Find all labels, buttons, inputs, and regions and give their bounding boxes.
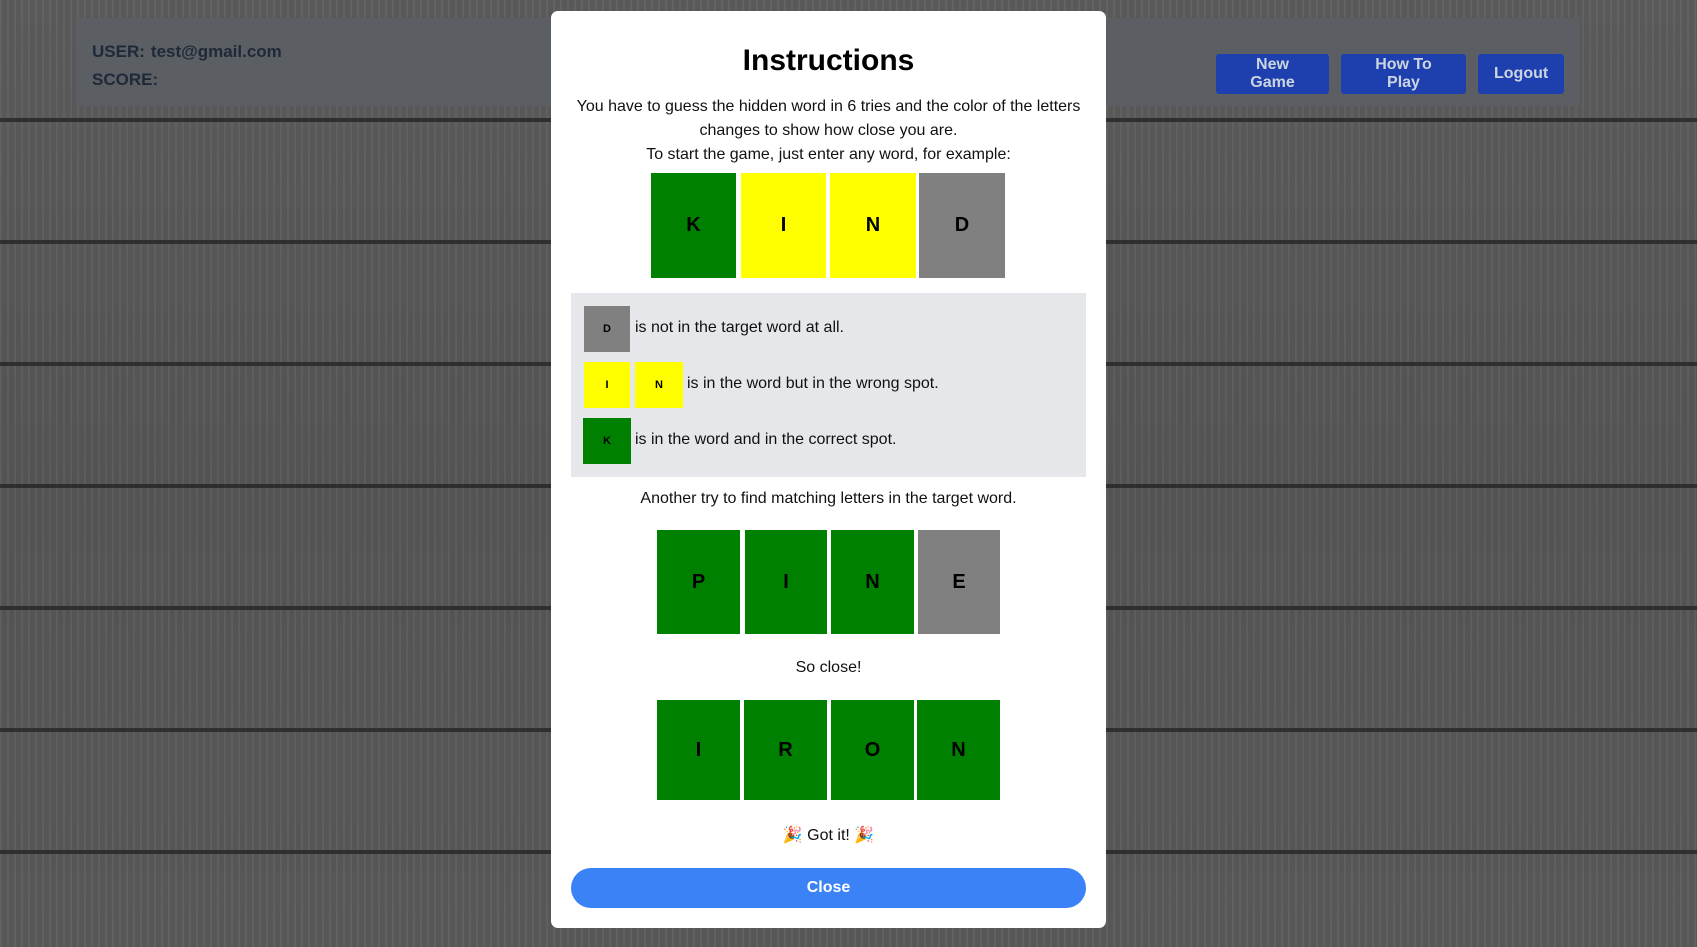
party-popper-icon: 🎉 [854, 827, 875, 844]
color-legend: D is not in the target word at all. I N … [571, 293, 1086, 477]
user-info: USER: test@gmail.com SCORE: [92, 38, 282, 94]
legend-green-tile: K [583, 418, 631, 464]
so-close-text: So close! [795, 659, 862, 676]
example2-tile-3: N [831, 530, 914, 634]
intro-line-1: You have to guess the hidden word in 6 t… [576, 98, 1081, 115]
example1-tile-2: I [741, 173, 826, 278]
example3-tile-3: O [831, 700, 914, 800]
another-try-text: Another try to find matching letters in … [640, 490, 1017, 507]
user-label: USER: [92, 42, 145, 61]
logout-button[interactable]: Logout [1478, 54, 1564, 94]
legend-gray-tile: D [584, 306, 630, 352]
legend-yellow-text: is in the word but in the wrong spot. [687, 375, 939, 392]
example3-tile-4: N [917, 700, 1000, 800]
score-label: SCORE: [92, 70, 159, 89]
intro-line-3: To start the game, just enter any word, … [646, 146, 1011, 163]
instructions-modal: Instructions You have to guess the hidde… [551, 11, 1106, 928]
legend-green-text: is in the word and in the correct spot. [635, 431, 897, 448]
modal-title: Instructions [742, 44, 915, 77]
how-to-play-button[interactable]: How To Play [1341, 54, 1466, 94]
example2-tile-4: E [918, 530, 1000, 634]
legend-gray-text: is not in the target word at all. [635, 319, 844, 336]
user-email: test@gmail.com [150, 42, 282, 61]
new-game-button[interactable]: New Game [1216, 54, 1329, 94]
party-popper-icon: 🎉 [782, 827, 803, 844]
legend-yellow-tile-1: I [584, 362, 630, 408]
example1-tile-4: D [919, 173, 1005, 278]
example3-tile-2: R [744, 700, 827, 800]
close-button[interactable]: Close [571, 868, 1086, 908]
intro-text: You have to guess the hidden word in 6 t… [571, 95, 1086, 167]
example1-tile-1: K [651, 173, 736, 278]
example3-tile-1: I [657, 700, 740, 800]
got-it-text: Got it! [807, 827, 850, 844]
example2-tile-1: P [657, 530, 740, 634]
header-buttons: New Game How To Play Logout [1216, 38, 1564, 94]
intro-line-2: changes to show how close you are. [699, 122, 958, 139]
example2-tile-2: I [745, 530, 827, 634]
legend-yellow-tile-2: N [635, 362, 683, 408]
got-it-line: 🎉 Got it! 🎉 [551, 825, 1106, 845]
example1-tile-3: N [830, 173, 916, 278]
